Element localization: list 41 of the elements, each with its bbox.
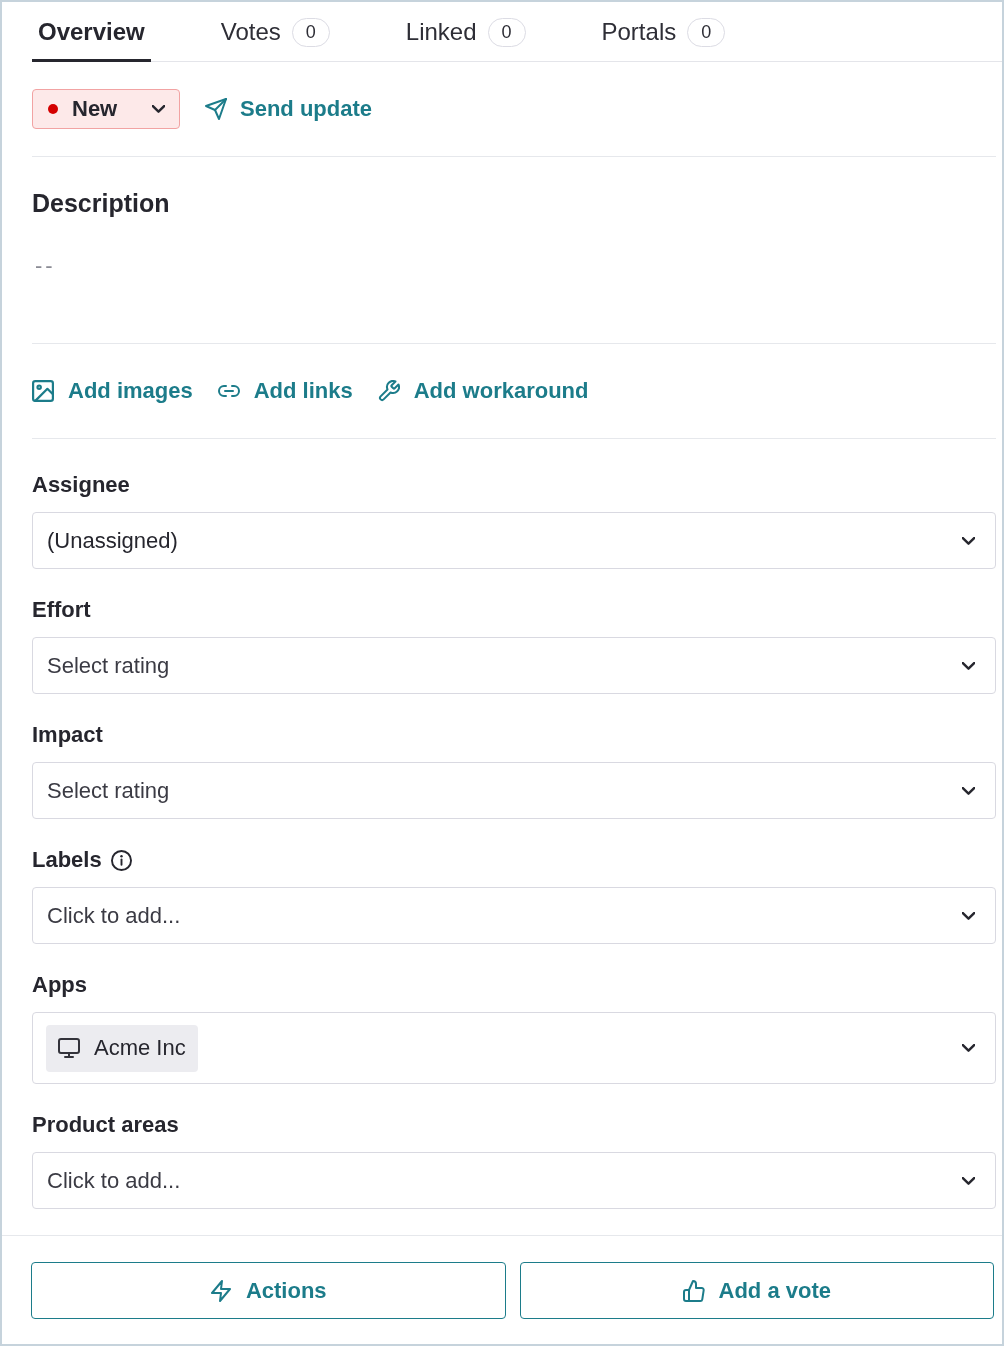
field-label: Assignee — [32, 472, 130, 498]
add-workaround-button[interactable]: Add workaround — [377, 377, 589, 405]
wrench-icon — [377, 380, 400, 402]
app-chip[interactable]: Acme Inc — [46, 1024, 198, 1072]
send-icon — [205, 98, 227, 120]
select-field[interactable]: Select rating — [32, 762, 996, 819]
tab[interactable]: Portals 0 — [595, 2, 732, 62]
add-vote-button[interactable]: Add a vote — [519, 1262, 994, 1319]
chevron-down-icon — [962, 1044, 975, 1052]
add-images-button[interactable]: Add images — [32, 377, 193, 405]
image-icon — [32, 380, 54, 402]
select-field[interactable]: Acme Inc — [32, 1012, 996, 1084]
actions-button[interactable]: Actions — [31, 1262, 506, 1319]
chevron-down-icon — [962, 661, 975, 670]
section-heading: Description — [32, 188, 171, 218]
field-label: Apps — [32, 972, 87, 998]
chevron-down-icon — [962, 911, 975, 920]
field-label: Labels — [32, 847, 102, 873]
chevron-down-icon — [152, 105, 165, 113]
monitor-icon — [58, 1038, 80, 1058]
chevron-down-icon — [962, 536, 975, 545]
info-icon[interactable] — [110, 849, 132, 871]
status-dropdown[interactable]: New — [32, 89, 180, 129]
chevron-down-icon — [962, 786, 975, 795]
select-field[interactable]: Click to add... — [32, 1152, 996, 1209]
field-label: Product areas — [32, 1112, 179, 1138]
field-label: Impact — [32, 722, 103, 748]
field-label: Effort — [32, 597, 91, 623]
tab[interactable]: Linked 0 — [399, 2, 532, 62]
select-field[interactable]: Click to add... — [32, 887, 996, 944]
thumbs-up-icon — [682, 1279, 705, 1302]
description-text: -- — [34, 252, 56, 280]
select-field[interactable]: Select rating — [32, 637, 996, 694]
add-links-button[interactable]: Add links — [217, 377, 353, 405]
send-update-button[interactable]: Send update — [205, 96, 372, 122]
select-field[interactable]: (Unassigned) — [32, 512, 996, 569]
chevron-down-icon — [962, 1176, 975, 1185]
lightning-icon — [209, 1279, 232, 1302]
status-dot-icon — [48, 104, 58, 114]
tab[interactable]: Votes 0 — [214, 2, 336, 62]
tab[interactable]: Overview — [32, 2, 151, 62]
